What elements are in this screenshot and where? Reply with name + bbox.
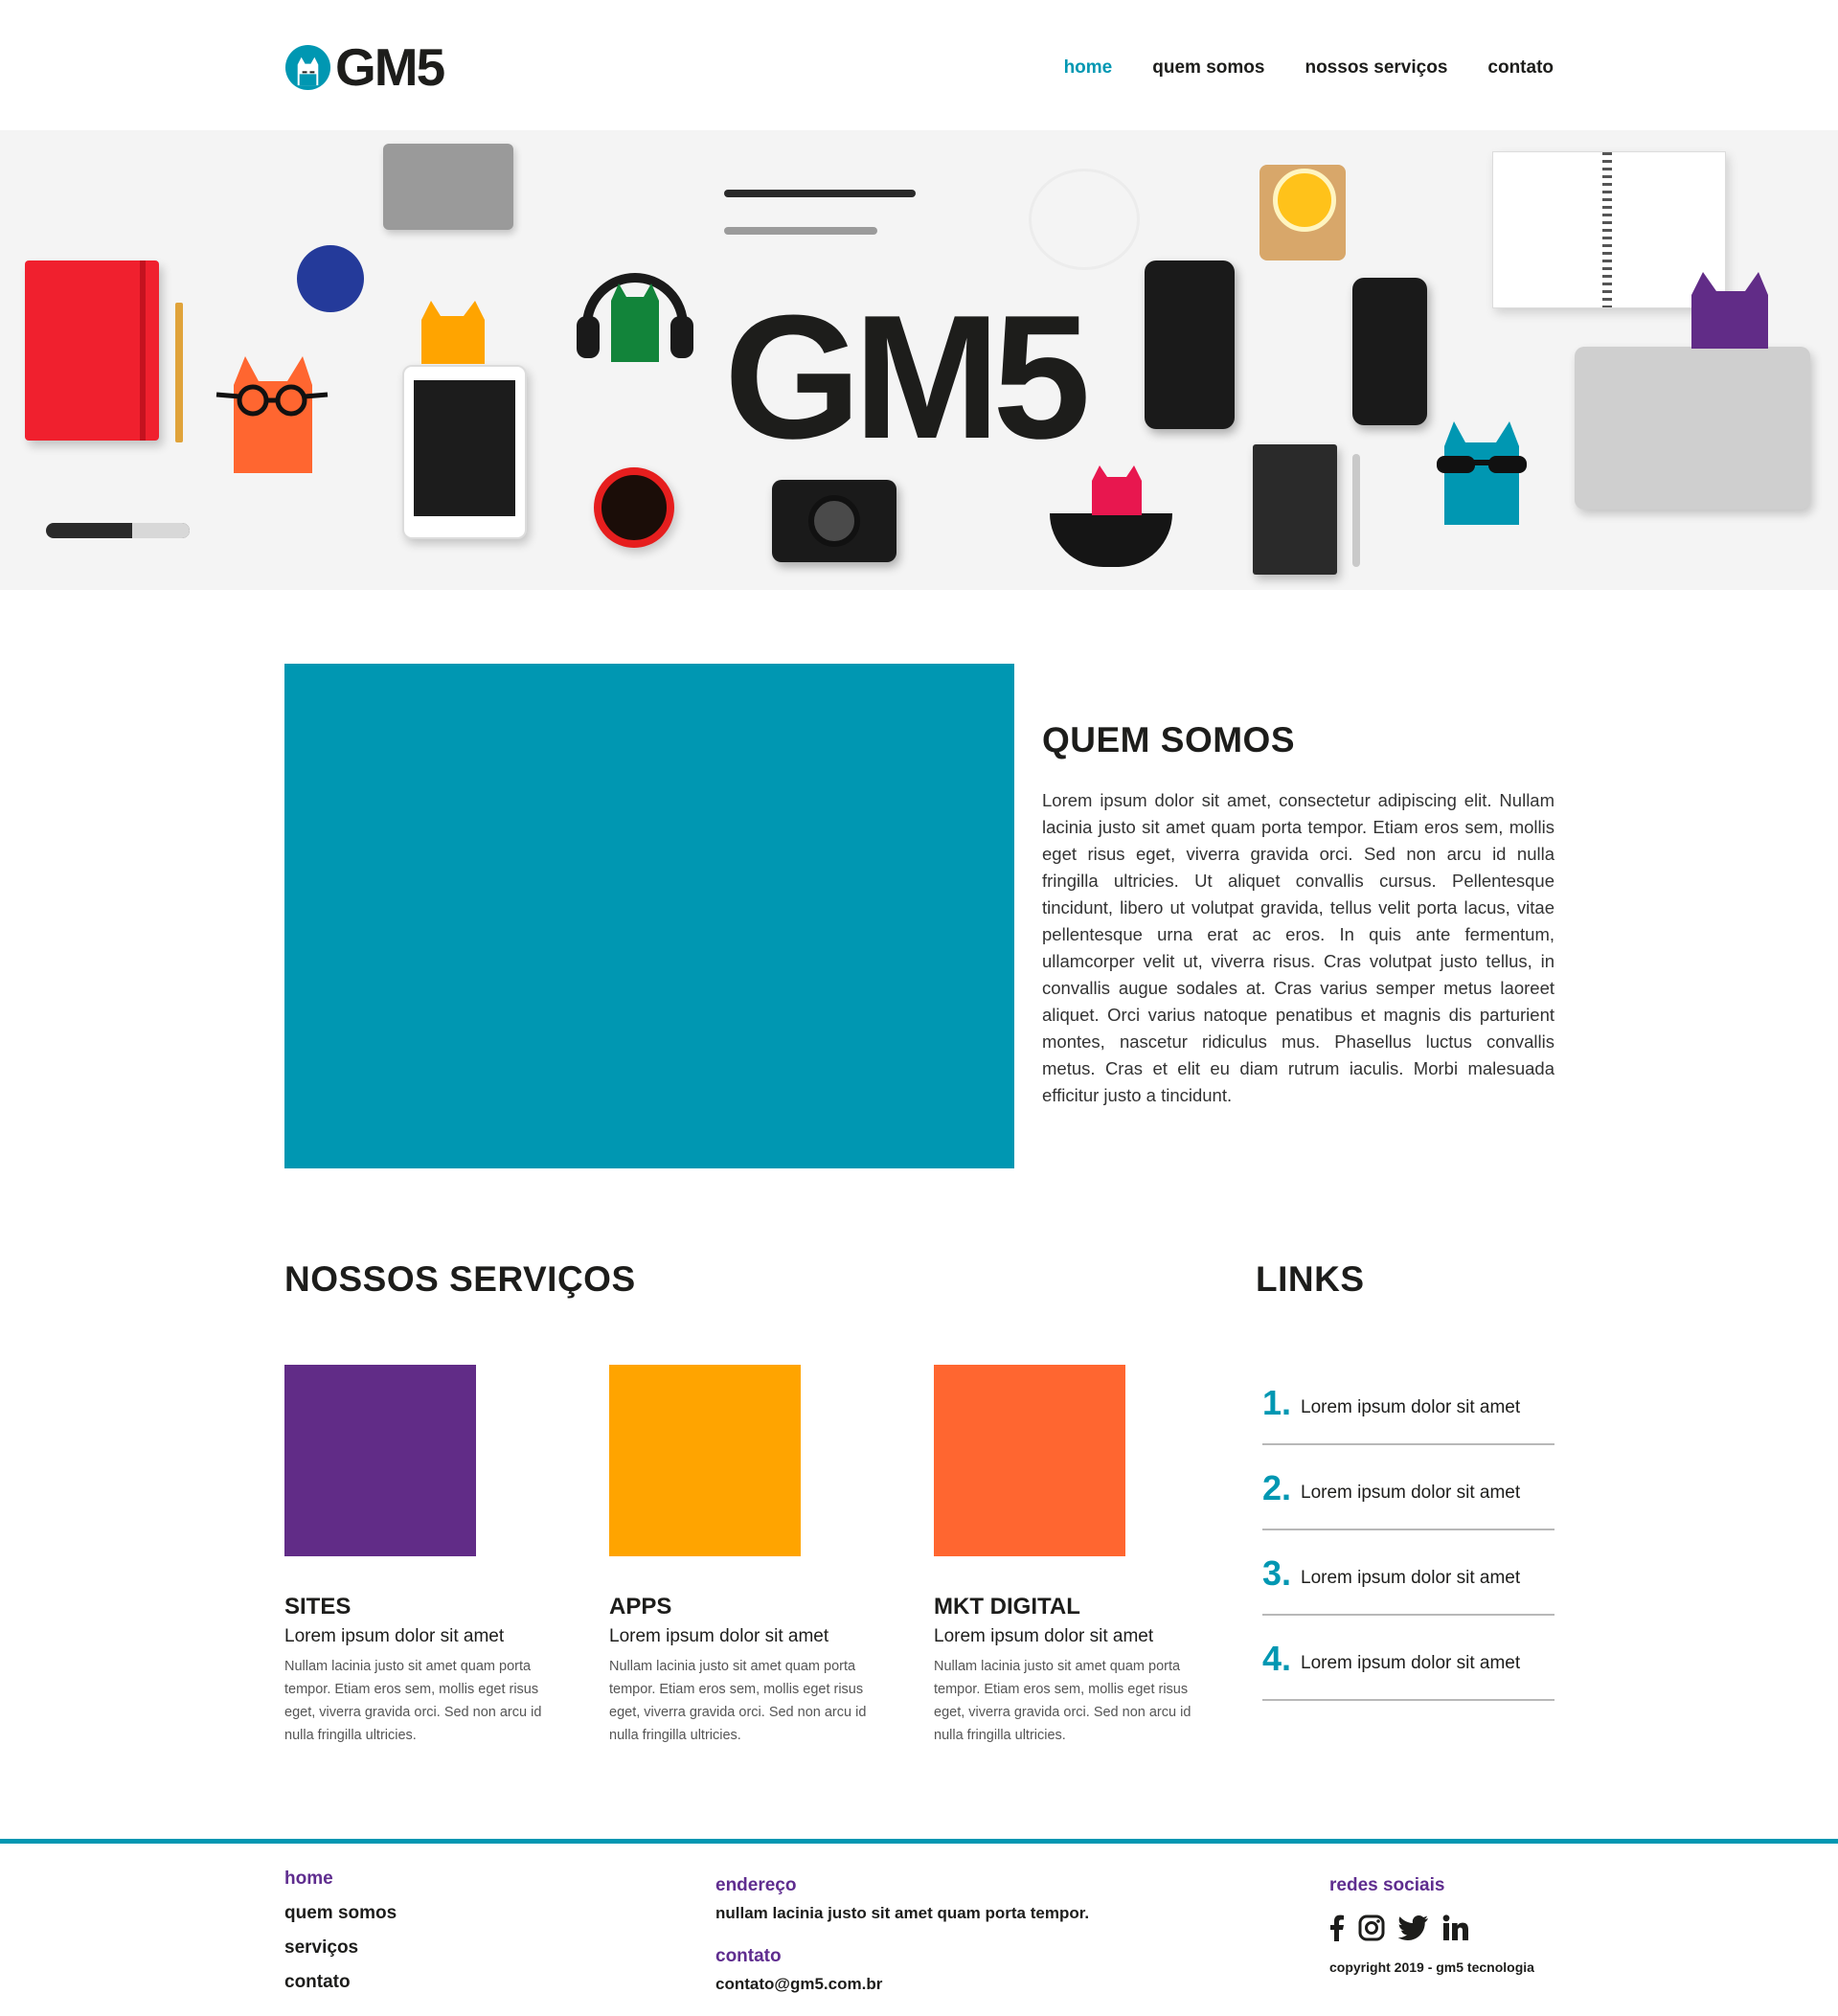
earphones-image: [1029, 169, 1140, 270]
about-image-placeholder: [284, 664, 1014, 1168]
footer-social: redes sociais copyright 2019 - gm5 tecno…: [1329, 1875, 1559, 1975]
red-notebook-image: [25, 260, 159, 441]
pen-image: [724, 190, 916, 197]
footer-divider: [0, 1839, 1838, 1844]
link-number: 3.: [1262, 1553, 1292, 1593]
services-title: NOSSOS SERVIÇOS: [284, 1259, 636, 1299]
pink-cat-icon: [1092, 465, 1142, 515]
pencil-image: [175, 303, 183, 442]
logo-text: GM5: [335, 36, 445, 97]
teal-cat-icon: [1437, 421, 1527, 525]
coffee-mug-image: [594, 467, 674, 548]
footer-nav-servicos[interactable]: serviços: [284, 1937, 397, 1971]
footer-nav-home[interactable]: home: [284, 1868, 397, 1902]
link-text: Lorem ipsum dolor sit amet: [1301, 1397, 1521, 1417]
links-list: 1. Lorem ipsum dolor sit amet 2. Lorem i…: [1262, 1360, 1554, 1701]
link-number: 2.: [1262, 1468, 1292, 1507]
service-title[interactable]: SITES: [284, 1594, 562, 1620]
service-description: Nullam lacinia justo sit amet quam porta…: [284, 1659, 542, 1743]
pen-image: [724, 227, 877, 235]
orange-cat-icon: [216, 356, 329, 473]
copyright-text: copyright 2019 - gm5 tecnologia: [1329, 1959, 1534, 1975]
twitter-icon[interactable]: [1398, 1914, 1429, 1941]
about-text: Lorem ipsum dolor sit amet, consectetur …: [1042, 790, 1554, 1105]
linkedin-icon[interactable]: [1442, 1914, 1469, 1941]
service-image-apps[interactable]: [609, 1365, 801, 1556]
link-number: 1.: [1262, 1383, 1292, 1422]
footer-nav-contato[interactable]: contato: [284, 1971, 397, 2005]
service-subtitle: Lorem ipsum dolor sit amet: [284, 1626, 505, 1646]
link-number: 4.: [1262, 1639, 1292, 1678]
main-nav: home quem somos nossos serviços contato: [1064, 57, 1554, 79]
nav-home[interactable]: home: [1064, 57, 1113, 79]
nav-nossos-servicos[interactable]: nossos serviços: [1305, 57, 1447, 79]
service-image-sites[interactable]: [284, 1365, 476, 1556]
link-item[interactable]: 4. Lorem ipsum dolor sit amet: [1262, 1616, 1554, 1701]
contact-email-link[interactable]: contato@gm5.com.br: [715, 1975, 1214, 1994]
hard-drive-image: [383, 144, 513, 230]
service-card-mkt-digital: MKT DIGITAL Lorem ipsum dolor sit amet N…: [934, 1365, 1212, 1747]
smartphone-image: [1352, 278, 1427, 425]
service-description: Nullam lacinia justo sit amet quam porta…: [609, 1659, 867, 1743]
service-card-sites: SITES Lorem ipsum dolor sit amet Nullam …: [284, 1365, 562, 1747]
contact-heading: contato: [715, 1946, 782, 1966]
service-subtitle: Lorem ipsum dolor sit amet: [934, 1626, 1154, 1646]
smartphone-image: [1145, 260, 1235, 429]
address-value: nullam lacinia justo sit amet quam porta…: [715, 1904, 1090, 1922]
link-text: Lorem ipsum dolor sit amet: [1301, 1483, 1521, 1503]
footer-contact-info: endereço nullam lacinia justo sit amet q…: [715, 1875, 1214, 1994]
link-item[interactable]: 3. Lorem ipsum dolor sit amet: [1262, 1530, 1554, 1616]
link-text: Lorem ipsum dolor sit amet: [1301, 1568, 1521, 1588]
service-title[interactable]: APPS: [609, 1594, 887, 1620]
purple-cat-icon: [1691, 272, 1768, 349]
footer-nav: home quem somos serviços contato: [284, 1868, 397, 2005]
link-item[interactable]: 1. Lorem ipsum dolor sit amet: [1262, 1360, 1554, 1445]
service-image-mkt-digital[interactable]: [934, 1365, 1125, 1556]
camera-image: [772, 480, 896, 562]
green-cat-icon: [611, 283, 659, 362]
link-item[interactable]: 2. Lorem ipsum dolor sit amet: [1262, 1445, 1554, 1530]
social-heading: redes sociais: [1329, 1875, 1445, 1895]
hero-banner: GM5: [0, 130, 1838, 590]
logo[interactable]: GM5: [284, 36, 445, 97]
yellow-cat-icon: [421, 301, 485, 364]
black-notebook-image: [1253, 444, 1337, 575]
service-description: Nullam lacinia justo sit amet quam porta…: [934, 1659, 1191, 1743]
footer-nav-quem-somos[interactable]: quem somos: [284, 1902, 397, 1937]
instagram-icon[interactable]: [1358, 1914, 1385, 1941]
tablet-image: [402, 365, 527, 539]
service-subtitle: Lorem ipsum dolor sit amet: [609, 1626, 829, 1646]
marker-image: [46, 523, 190, 538]
facebook-icon[interactable]: [1329, 1914, 1345, 1941]
links-title: LINKS: [1256, 1259, 1365, 1299]
nav-contato[interactable]: contato: [1487, 57, 1554, 79]
service-title[interactable]: MKT DIGITAL: [934, 1594, 1212, 1620]
juice-glass-image: [1259, 165, 1346, 260]
about-title: QUEM SOMOS: [1042, 720, 1296, 759]
pen-cup-image: [297, 245, 364, 312]
hero-title: GM5: [724, 278, 1091, 475]
link-text: Lorem ipsum dolor sit amet: [1301, 1653, 1521, 1673]
laptop-image: [1575, 347, 1810, 510]
nav-quem-somos[interactable]: quem somos: [1152, 57, 1264, 79]
address-heading: endereço: [715, 1875, 797, 1895]
cat-logo-icon: [284, 44, 331, 90]
pen-image: [1352, 454, 1360, 567]
service-card-apps: APPS Lorem ipsum dolor sit amet Nullam l…: [609, 1365, 887, 1747]
site-header: GM5 home quem somos nossos serviços cont…: [0, 0, 1838, 130]
glasses-case-image: [1050, 513, 1172, 567]
social-icons: [1329, 1912, 1559, 1944]
